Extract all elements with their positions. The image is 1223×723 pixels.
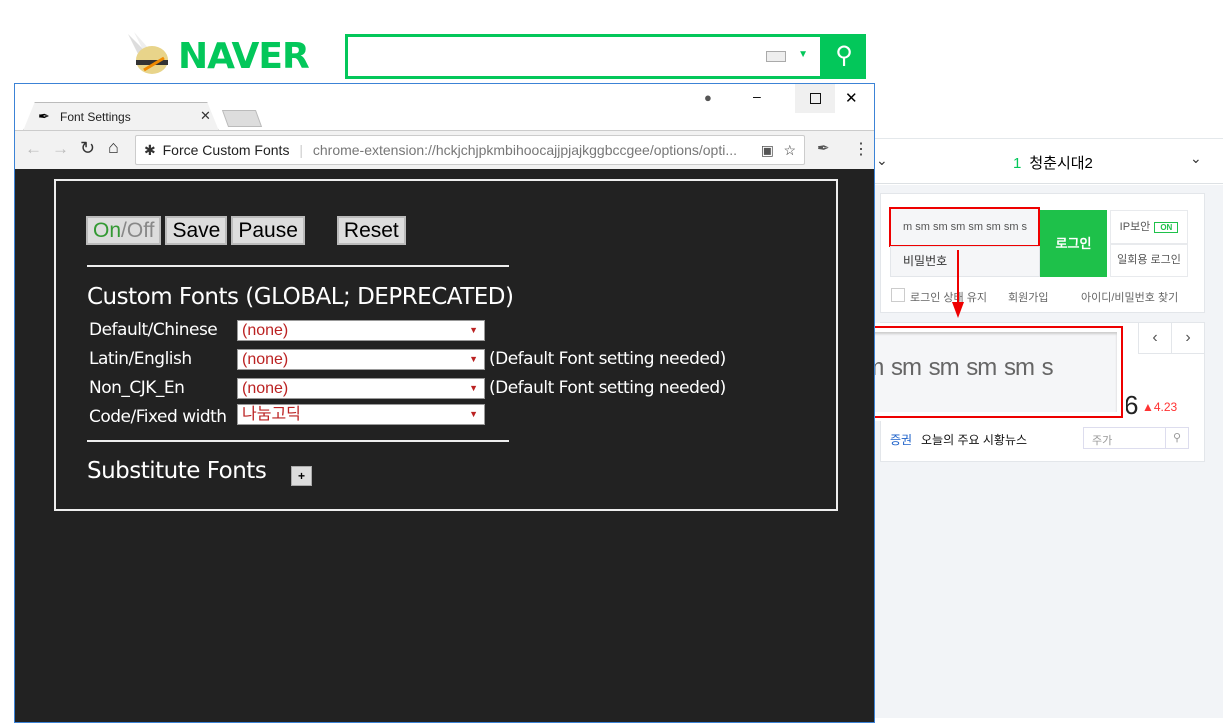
select-value: (none) — [242, 351, 289, 368]
ip-security-state: ON — [1154, 222, 1179, 233]
substitute-fonts-title: Substitute Fonts — [87, 458, 267, 484]
star-icon[interactable]: ☆ — [783, 136, 796, 164]
keyword-text: 청춘시대2 — [1029, 155, 1093, 172]
url-text: chrome-extension://hckjchjpkmbihoocajjpj… — [312, 142, 737, 158]
login-button[interactable]: 로그인 — [1040, 210, 1107, 277]
keyboard-icon[interactable] — [766, 51, 786, 62]
stock-search-placeholder: 주가 — [1092, 435, 1113, 447]
row-note: (Default Font setting needed) — [489, 349, 726, 369]
chrome-window: ✒ Font Settings ✕ ● – ✕ ← → ↻ ⌂ ✱ Force … — [14, 83, 875, 723]
off-label: Off — [126, 219, 155, 242]
reset-button[interactable]: Reset — [336, 216, 406, 245]
on-off-button[interactable]: On/Off — [86, 216, 162, 245]
rank-number: 1 — [1013, 155, 1022, 172]
select-value: (none) — [242, 322, 289, 339]
minimize-button[interactable]: – — [753, 88, 761, 104]
keep-login-checkbox[interactable] — [891, 288, 905, 302]
next-arrow-button[interactable]: › — [1171, 322, 1205, 354]
stock-search-input[interactable]: 주가 ⚲ — [1083, 427, 1189, 449]
divider — [87, 440, 509, 442]
menu-icon[interactable]: ⋮ — [853, 139, 869, 159]
font-select-code[interactable]: 나눔고딕 ▼ — [237, 404, 485, 425]
tab-title[interactable]: Font Settings — [60, 110, 131, 124]
dropdown-arrow-icon: ▼ — [469, 383, 478, 393]
maximize-button[interactable] — [795, 84, 835, 113]
ip-security-label: IP보안 — [1119, 221, 1151, 233]
browser-toolbar: ← → ↻ ⌂ ✱ Force Custom Fonts | chrome-ex… — [15, 130, 874, 169]
new-tab-button[interactable] — [221, 110, 263, 127]
maximize-icon — [810, 93, 821, 104]
realtime-keyword[interactable]: 1 청춘시대2 — [1013, 152, 1093, 173]
font-select-latin[interactable]: (none) ▼ — [237, 349, 485, 370]
naver-mascot-logo — [124, 30, 174, 76]
home-button[interactable]: ⌂ — [108, 137, 119, 158]
stock-value: 6 — [1124, 390, 1139, 420]
search-button[interactable]: ⚲ — [822, 34, 866, 79]
keep-login-label[interactable]: 로그인 상태 유지 — [910, 289, 987, 305]
dropdown-arrow-icon: ▼ — [469, 354, 478, 364]
ip-security-toggle[interactable]: IP보안 ON — [1110, 210, 1188, 244]
save-button[interactable]: Save — [165, 216, 228, 245]
back-button[interactable]: ← — [25, 139, 42, 159]
site-chip: Force Custom Fonts — [162, 142, 290, 158]
otp-login-link[interactable]: 일회용 로그인 — [1110, 244, 1188, 277]
custom-fonts-title: Custom Fonts (GLOBAL; DEPRECATED) — [87, 284, 514, 310]
puzzle-icon: ✱ — [144, 142, 156, 158]
reload-button[interactable]: ↻ — [80, 138, 95, 159]
signup-link[interactable]: 회원가입 — [1008, 289, 1048, 305]
row-label: Non_CJK_En — [89, 378, 185, 398]
chevron-down-icon[interactable]: ⌄ — [1190, 150, 1202, 167]
find-account-link[interactable]: 아이디/비밀번호 찾기 — [1081, 289, 1178, 305]
tab-close-icon[interactable]: ✕ — [200, 108, 211, 124]
divider — [87, 265, 509, 267]
annotation-arrow — [952, 250, 964, 318]
font-select-default[interactable]: (none) ▼ — [237, 320, 485, 341]
row-label: Code/Fixed width — [89, 407, 227, 427]
search-icon[interactable]: ⚲ — [1165, 428, 1188, 448]
tab-strip: ✒ Font Settings ✕ ● – ✕ — [15, 84, 874, 130]
extension-icon[interactable]: ✒ — [817, 139, 830, 157]
translate-icon[interactable]: ▣ — [761, 136, 774, 164]
row-note: (Default Font setting needed) — [489, 378, 726, 398]
address-bar[interactable]: ✱ Force Custom Fonts | chrome-extension:… — [135, 135, 805, 165]
naver-logo[interactable]: NAVER — [178, 36, 310, 77]
dropdown-arrow-icon: ▼ — [469, 409, 478, 419]
font-select-non-cjk[interactable]: (none) ▼ — [237, 378, 485, 399]
close-window-button[interactable]: ✕ — [845, 89, 858, 107]
stock-headline[interactable]: 오늘의 주요 시황뉴스 — [921, 431, 1027, 448]
add-substitute-button[interactable]: + — [291, 466, 312, 486]
naver-search-input[interactable]: ▼ — [345, 34, 823, 79]
on-label: On — [93, 219, 122, 242]
id-field[interactable]: m sm sm sm sm sm sm s — [889, 207, 1040, 247]
pause-button[interactable]: Pause — [231, 216, 305, 245]
row-label: Latin/English — [89, 349, 192, 369]
caret-down-icon[interactable]: ▼ — [798, 49, 808, 60]
row-label: Default/Chinese — [89, 320, 218, 340]
search-icon: ⚲ — [835, 42, 853, 69]
chevron-down-icon[interactable]: ⌄ — [876, 152, 888, 169]
prev-arrow-button[interactable]: ‹ — [1138, 322, 1172, 354]
stock-change: ▲4.23 — [1142, 400, 1178, 414]
forward-button[interactable]: → — [52, 139, 69, 159]
select-value: (none) — [242, 380, 289, 397]
stock-category[interactable]: 증권 — [890, 431, 912, 448]
extension-icon: ✒ — [38, 108, 50, 124]
dropdown-arrow-icon: ▼ — [469, 325, 478, 335]
options-panel: On/Off Save Pause Reset Custom Fonts (GL… — [54, 179, 838, 511]
select-value: 나눔고딕 — [242, 406, 301, 423]
profile-icon[interactable]: ● — [704, 90, 712, 105]
